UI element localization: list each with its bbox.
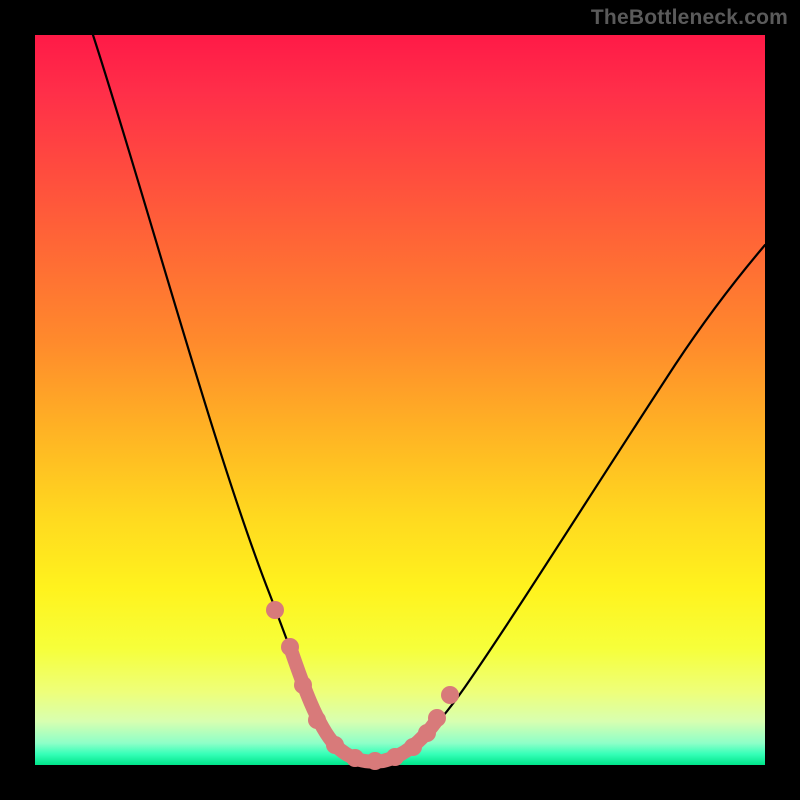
highlight-marker: [404, 738, 422, 756]
chart-frame: TheBottleneck.com: [0, 0, 800, 800]
watermark-text: TheBottleneck.com: [591, 6, 788, 30]
highlight-marker: [366, 752, 384, 770]
highlight-marker: [266, 601, 284, 619]
highlight-marker: [346, 749, 364, 767]
highlight-marker: [294, 676, 312, 694]
highlight-marker: [418, 724, 436, 742]
highlight-marker: [326, 736, 344, 754]
bottleneck-curve: [35, 35, 765, 765]
highlight-marker: [441, 686, 459, 704]
curve-path: [93, 35, 765, 761]
highlight-marker: [428, 709, 446, 727]
plot-area: [35, 35, 765, 765]
highlight-marker: [281, 638, 299, 656]
highlight-marker: [308, 711, 326, 729]
highlight-marker: [386, 748, 404, 766]
